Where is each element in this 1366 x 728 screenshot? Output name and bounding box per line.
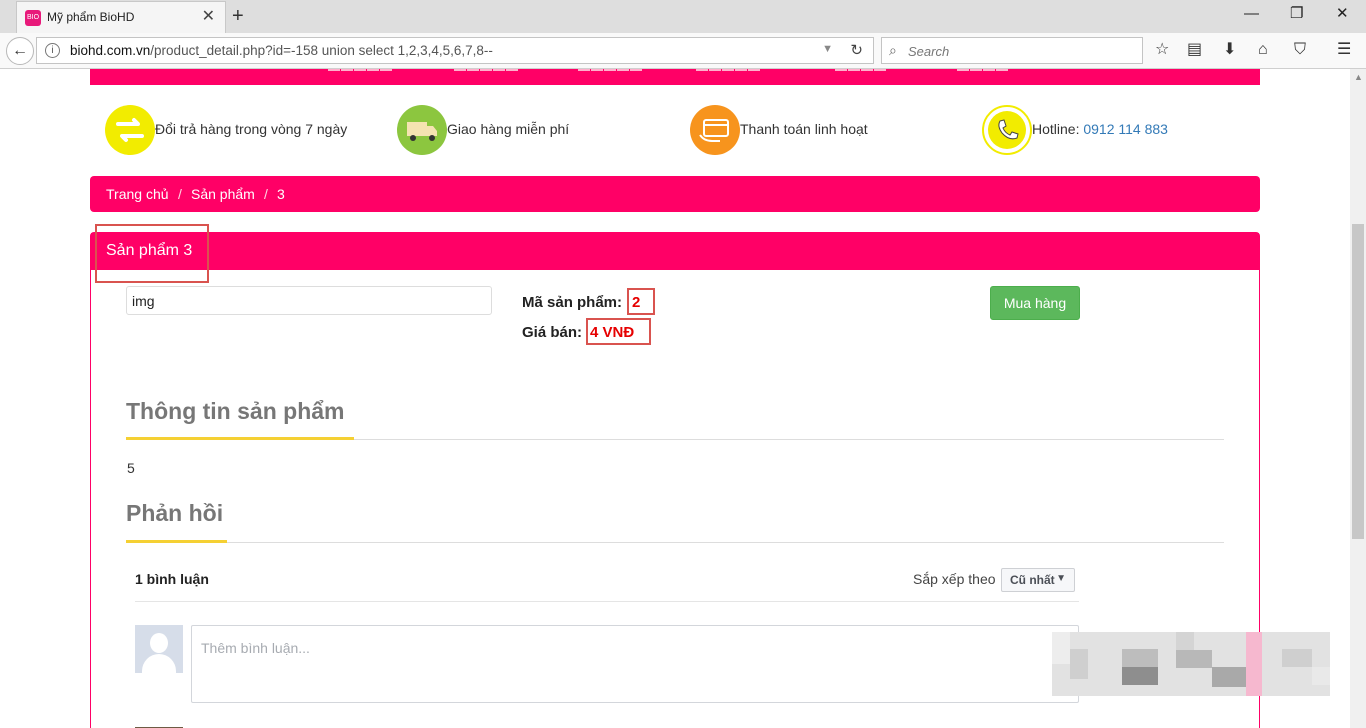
browser-tab[interactable]: BIO Mỹ phẩm BioHD ✕ bbox=[16, 1, 226, 33]
redaction-block bbox=[1312, 667, 1330, 685]
page-viewport: ▬▬▬▬▬ ▬▬▬▬▬ ▬▬▬▬▬ ▬▬▬▬▬ ▬▬▬▬ ▬▬▬▬ Đổi tr… bbox=[0, 69, 1350, 728]
feature-label: Đổi trả hàng trong vòng 7 ngày bbox=[155, 121, 348, 137]
breadcrumb-products-link[interactable]: Sản phẩm bbox=[191, 186, 255, 202]
hotline-label: Hotline: bbox=[1032, 121, 1084, 137]
avatar-body-shape bbox=[142, 654, 176, 673]
comment-placeholder: Thêm bình luận... bbox=[201, 640, 310, 656]
section-divider bbox=[126, 542, 1224, 543]
menu-icon[interactable]: ☰ bbox=[1337, 40, 1351, 60]
redaction-block bbox=[1122, 649, 1158, 667]
redaction-block bbox=[1212, 667, 1248, 687]
browser-tab-strip: BIO Mỹ phẩm BioHD ✕ + — ❐ ✕ bbox=[0, 0, 1366, 33]
highlight-box-code bbox=[627, 288, 655, 315]
back-button[interactable]: ← bbox=[6, 37, 34, 65]
menu-item-cutoff[interactable]: ▬▬▬▬▬ bbox=[328, 69, 393, 74]
hotline-number-link[interactable]: 0912 114 883 bbox=[1083, 121, 1168, 137]
product-info-heading: Thông tin sản phẩm bbox=[126, 398, 345, 424]
breadcrumb-current: 3 bbox=[277, 186, 285, 202]
redaction-block bbox=[1246, 632, 1262, 696]
downloads-icon[interactable]: ⬇ bbox=[1223, 40, 1236, 60]
search-input[interactable]: Search bbox=[908, 44, 949, 59]
breadcrumb-separator: / bbox=[178, 186, 182, 202]
bookmark-star-icon[interactable]: ☆ bbox=[1155, 40, 1169, 60]
search-icon: ⌕ bbox=[889, 42, 897, 58]
search-bar[interactable]: ⌕ Search bbox=[881, 37, 1143, 64]
feature-label: Giao hàng miễn phí bbox=[447, 121, 570, 137]
address-text[interactable]: biohd.com.vn/product_detail.php?id=-158 … bbox=[70, 43, 493, 58]
feedback-heading: Phản hồi bbox=[126, 500, 224, 526]
chevron-down-icon: ▼ bbox=[1056, 573, 1066, 584]
page-scrollbar[interactable]: ▲ bbox=[1350, 69, 1366, 728]
sort-dropdown[interactable]: Cũ nhất ▼ bbox=[1001, 568, 1075, 592]
menu-item-cutoff[interactable]: ▬▬▬▬ bbox=[835, 69, 887, 74]
home-icon[interactable]: ⌂ bbox=[1258, 40, 1268, 60]
product-image: img bbox=[126, 286, 492, 315]
redaction-block bbox=[1176, 650, 1212, 668]
section-underline bbox=[126, 437, 354, 440]
product-image-alt: img bbox=[132, 293, 155, 309]
redaction-block bbox=[1122, 667, 1158, 685]
breadcrumb-separator: / bbox=[264, 186, 268, 202]
product-panel-header: Sản phẩm 3 bbox=[91, 233, 1259, 270]
feature-label: Hotline: 0912 114 883 bbox=[1032, 121, 1168, 137]
breadcrumb: Trang chủ / Sản phẩm / 3 bbox=[90, 176, 1260, 212]
history-dropdown-icon[interactable]: ▼ bbox=[822, 43, 833, 55]
avatar bbox=[135, 625, 183, 673]
highlight-box-title bbox=[95, 224, 209, 283]
exchange-arrows-icon bbox=[105, 105, 155, 155]
scroll-up-icon[interactable]: ▲ bbox=[1354, 72, 1363, 82]
site-favicon-icon: BIO bbox=[25, 10, 41, 26]
close-tab-icon[interactable]: ✕ bbox=[202, 8, 215, 26]
price-label: Giá bán: bbox=[522, 324, 583, 341]
top-menu-bar: ▬▬▬▬▬ ▬▬▬▬▬ ▬▬▬▬▬ ▬▬▬▬▬ ▬▬▬▬ ▬▬▬▬ bbox=[90, 69, 1260, 85]
buy-button[interactable]: Mua hàng bbox=[990, 286, 1080, 320]
menu-item-cutoff[interactable]: ▬▬▬▬▬ bbox=[696, 69, 761, 74]
minimize-window-icon[interactable]: — bbox=[1244, 4, 1259, 24]
menu-item-cutoff[interactable]: ▬▬▬▬ bbox=[957, 69, 1009, 74]
product-code-label: Mã sản phẩm: bbox=[522, 294, 623, 311]
sort-value: Cũ nhất bbox=[1010, 573, 1055, 587]
avatar-head-shape bbox=[150, 633, 168, 653]
payment-card-icon bbox=[690, 105, 740, 155]
section-underline bbox=[126, 540, 227, 543]
scrollbar-thumb[interactable] bbox=[1352, 224, 1364, 539]
redaction-block bbox=[1070, 649, 1088, 679]
highlight-box-price bbox=[586, 318, 651, 345]
comments-divider bbox=[135, 601, 1079, 602]
url-path: /product_detail.php?id=-158 union select… bbox=[150, 43, 493, 58]
comment-count: 1 bình luận bbox=[135, 571, 209, 587]
sort-label: Sắp xếp theo bbox=[913, 571, 996, 587]
site-info-icon[interactable]: i bbox=[45, 43, 60, 58]
menu-item-cutoff[interactable]: ▬▬▬▬▬ bbox=[578, 69, 643, 74]
delivery-truck-icon bbox=[397, 105, 447, 155]
url-domain: biohd.com.vn bbox=[70, 43, 151, 58]
comment-input[interactable]: Thêm bình luận... bbox=[191, 625, 1079, 703]
reload-icon[interactable]: ↻ bbox=[850, 41, 863, 59]
close-window-icon[interactable]: ✕ bbox=[1336, 4, 1349, 24]
redaction-block bbox=[1176, 632, 1194, 650]
product-description: 5 bbox=[127, 460, 135, 476]
menu-item-cutoff[interactable]: ▬▬▬▬▬ bbox=[454, 69, 519, 74]
address-bar[interactable]: i biohd.com.vn/product_detail.php?id=-15… bbox=[36, 37, 874, 64]
browser-navigation-bar: ← i biohd.com.vn/product_detail.php?id=-… bbox=[0, 33, 1366, 69]
restore-window-icon[interactable]: ❐ bbox=[1290, 4, 1303, 24]
feature-label: Thanh toán linh hoạt bbox=[740, 121, 868, 137]
breadcrumb-home-link[interactable]: Trang chủ bbox=[106, 186, 169, 202]
reading-list-icon[interactable]: ▤ bbox=[1187, 40, 1202, 60]
phone-icon bbox=[982, 105, 1032, 155]
redaction-block bbox=[1052, 632, 1070, 664]
redaction-block bbox=[1282, 649, 1312, 667]
new-tab-icon[interactable]: + bbox=[232, 4, 244, 28]
pocket-icon[interactable]: ⛉ bbox=[1294, 40, 1306, 60]
tab-title: Mỹ phẩm BioHD bbox=[47, 10, 135, 24]
